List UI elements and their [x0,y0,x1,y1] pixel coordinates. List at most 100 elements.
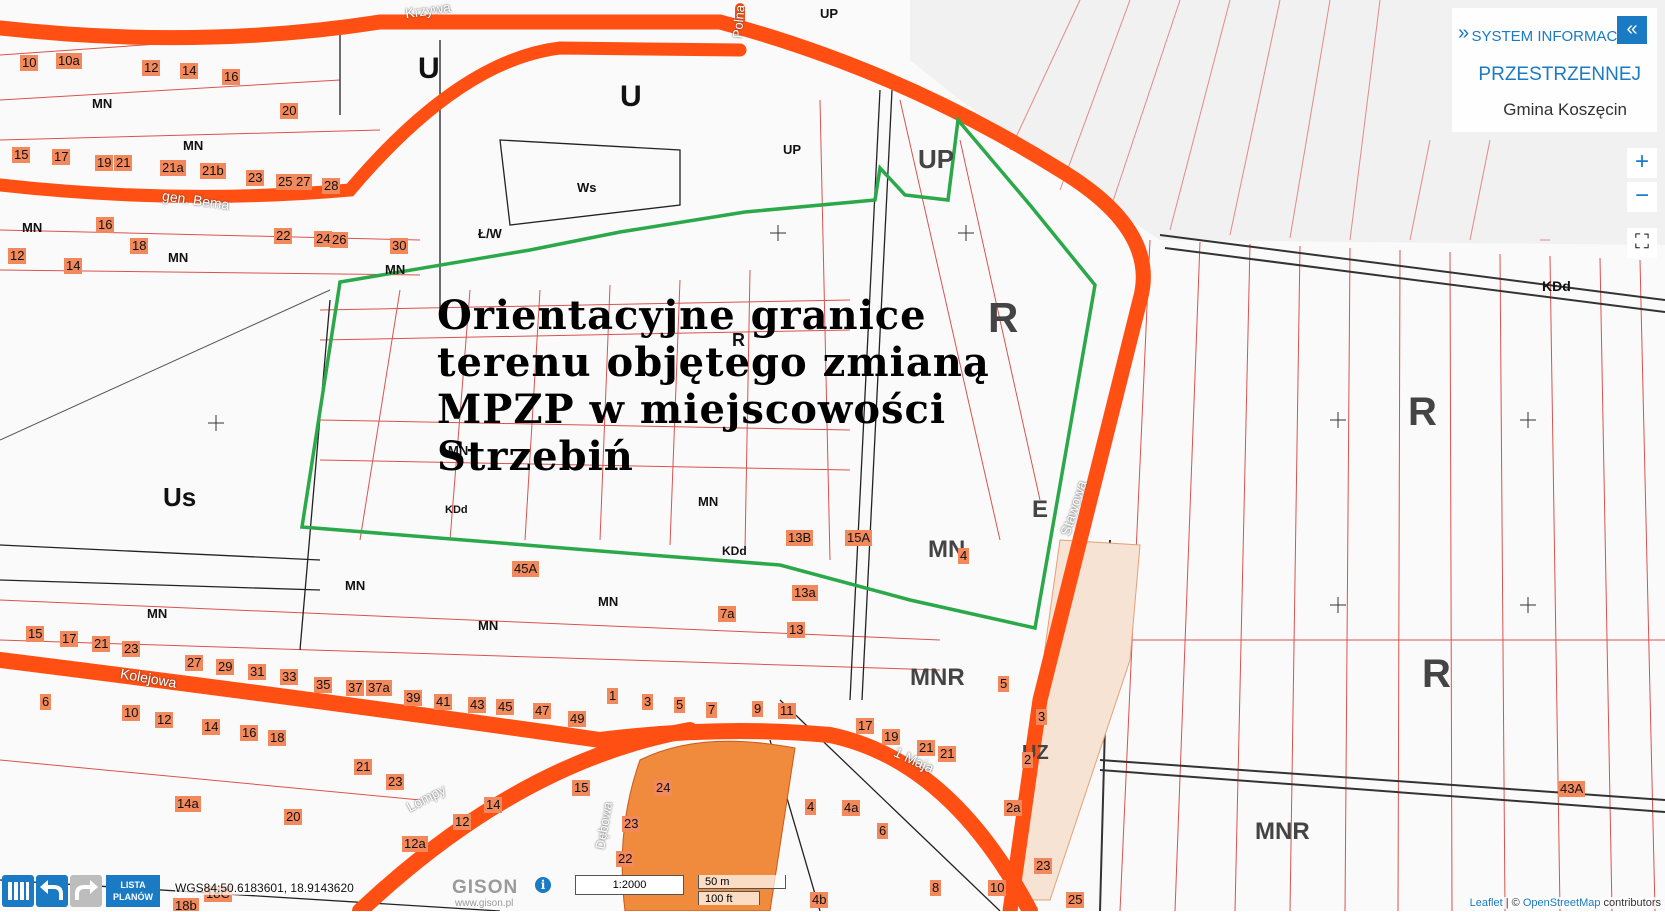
house-number: 21 [92,636,111,652]
house-number: 24 [654,780,673,796]
panel-title-line-1: SYSTEM INFORMACJI [1471,28,1629,45]
house-number: 16 [222,69,241,85]
undo-button[interactable] [36,875,68,907]
house-number: 43 [468,697,487,713]
house-number: 12 [142,60,161,76]
house-number: 9 [752,701,764,717]
plan-note-line-3: MPZP w miejscowości [437,386,947,433]
house-number: 47 [533,703,552,719]
house-number: 20 [284,809,303,825]
house-number: 10 [20,55,39,71]
redo-icon [75,880,98,900]
house-number: 33 [280,669,299,685]
leaflet-link[interactable]: Leaflet [1470,897,1503,909]
zoom-in-button[interactable]: + [1627,148,1657,178]
list-label-2: PLANÓW [113,892,153,902]
attribution-rest: contributors [1600,897,1661,909]
house-number: 14 [64,258,83,274]
house-number: 10a [56,53,82,69]
house-number: 15 [12,147,31,163]
zone-label: MN [92,96,113,111]
zone-label: Us [163,482,197,512]
scale-bar-metric: 50 m [698,875,786,889]
house-number: 5 [998,676,1010,692]
gison-url[interactable]: www.gison.pl [455,898,513,909]
attribution-separator: | © [1502,897,1523,909]
house-number: 2 [1022,752,1034,768]
house-number: 3 [1036,709,1048,725]
house-number: 23 [122,641,141,657]
zone-label: MN [598,594,619,609]
house-number: 17 [60,631,79,647]
house-number: 21 [114,155,133,171]
plan-note-line-1: Orientacyjne granice [437,292,927,339]
zoom-out-button[interactable]: − [1627,182,1657,212]
house-number: 4 [805,799,817,815]
house-number: 10 [122,705,141,721]
plans-list-button[interactable]: LISTA PLANÓW [106,875,160,907]
zone-label: KDd [1542,278,1571,294]
house-number: 31 [248,664,267,680]
zone-label: MN [183,138,204,153]
zone-label: MN [345,578,366,593]
house-number: 17 [856,718,875,734]
zone-label: MN [22,220,43,235]
zone-label: MN [168,250,189,265]
layers-button[interactable] [2,875,34,907]
zone-label: R [1422,652,1451,696]
chevron-right-icon[interactable]: » [1458,22,1469,45]
zone-label: KDd [722,544,747,558]
house-number: 6 [877,823,889,839]
zone-label: E [1032,496,1049,523]
house-number: 13B [786,530,814,546]
house-number: 2a [1004,800,1023,816]
house-number: 18 [130,238,149,254]
zone-label: MN [478,618,499,633]
house-number: 3 [642,694,654,710]
house-number: 35 [314,677,333,693]
zone-label: R [1408,390,1437,434]
list-label-1: LISTA [120,880,146,890]
plan-note-line-4: Strzebiń [437,433,634,480]
undo-icon [40,880,63,900]
house-number: 49 [568,711,587,727]
osm-link[interactable]: OpenStreetMap [1523,897,1601,909]
house-number: 15 [572,780,591,796]
zone-label: KDd [445,504,468,516]
zone-label: UP [820,6,839,21]
house-number: 16 [96,217,115,233]
zone-label: U [418,52,440,85]
house-number: 14 [484,797,503,813]
scale-bar-imperial: 100 ft [698,891,760,905]
house-number: 4 [958,548,970,564]
house-number: 21a [160,160,186,176]
house-number: 21 [938,746,957,762]
house-number: 13a [792,585,818,601]
scale-input[interactable]: 1:2000 [575,875,684,895]
house-number: 1 [607,688,619,704]
fullscreen-button[interactable]: ⛶ [1627,228,1657,258]
house-number: 7a [718,606,737,622]
house-number: 17 [52,149,71,165]
zone-label: U [620,80,642,113]
house-number: 28 [322,178,341,194]
house-number: 12 [453,814,472,830]
house-number: 12 [155,712,174,728]
house-number: 18 [268,730,287,746]
house-number: 5 [674,697,686,713]
map-view[interactable]: Krzywa Polna gen. Bema Kolejowa Lompy Dę… [0,0,1665,911]
house-number: 37a [366,680,392,696]
house-number: 30 [390,238,409,254]
panel-title-line-2: PRZESTRZENNEJ [1478,64,1641,85]
house-number: 4a [842,800,861,816]
redo-button[interactable] [70,875,102,907]
house-number: 21 [917,740,936,756]
house-number: 45A [512,561,540,577]
info-icon[interactable]: i [535,877,551,893]
zone-label: MN [147,606,168,621]
zone-label: MNR [910,664,965,691]
collapse-panel-button[interactable]: « [1617,16,1647,44]
house-number: 22 [616,851,635,867]
house-number: 11 [778,703,796,719]
zone-label: Ws [577,180,597,195]
